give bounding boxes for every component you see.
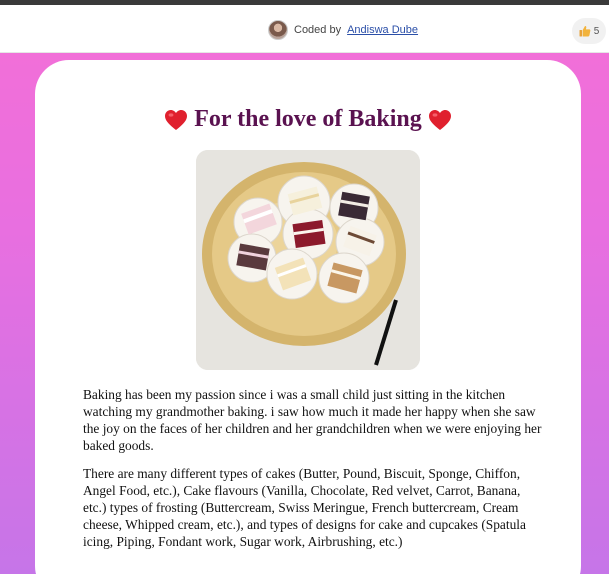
page-title-text: For the love of Baking (194, 106, 422, 132)
cake-types-paragraph: There are many different types of cakes … (83, 466, 526, 549)
author-link[interactable]: Andiswa Dube (347, 24, 418, 36)
like-button[interactable]: 5 (572, 18, 606, 44)
cake-photo (196, 150, 420, 370)
like-count: 5 (593, 25, 600, 37)
top-bar: Coded by Andiswa Dube 5 (0, 5, 609, 53)
page-title: For the love of Baking (35, 106, 581, 133)
intro-paragraph: Baking has been my passion since i was a… (83, 387, 542, 453)
user-avatar-icon[interactable] (268, 20, 288, 40)
thumbs-up-icon (579, 25, 591, 37)
cake-plate-illustration (196, 150, 420, 370)
heart-icon (165, 109, 188, 130)
heart-icon (428, 109, 451, 130)
credit-prefix: Coded by (294, 24, 342, 36)
content-card: For the love of Baking Baking has been m… (35, 60, 581, 574)
author-credit: Coded by Andiswa Dube (268, 19, 418, 41)
